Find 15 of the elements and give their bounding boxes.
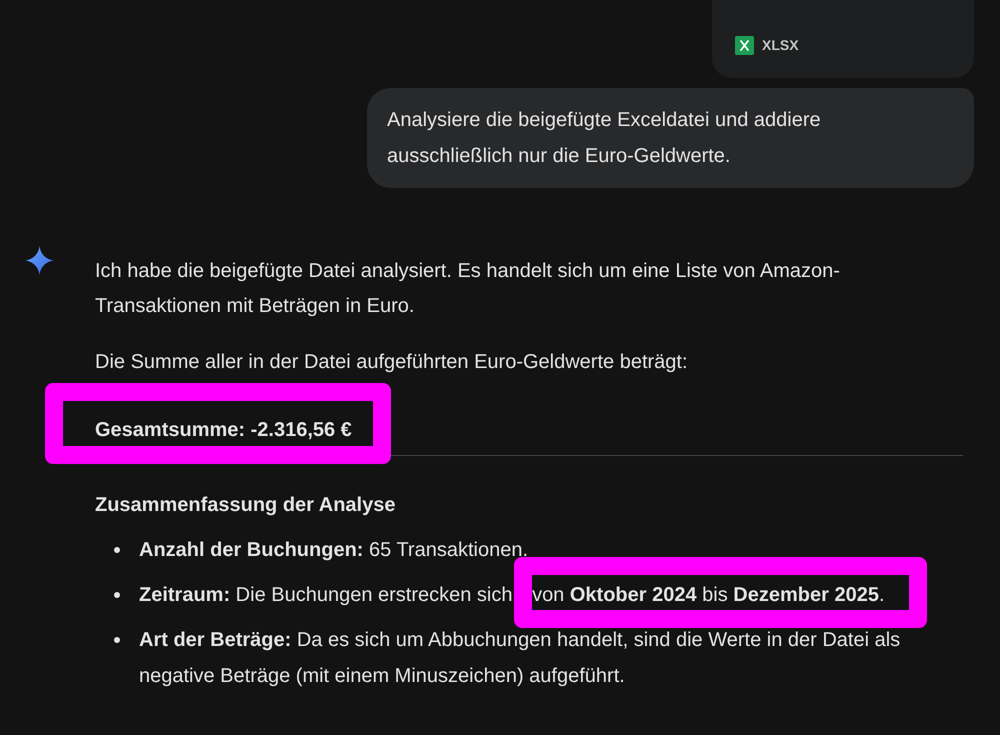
sparkle-icon (25, 246, 54, 275)
bullet-icon (114, 636, 120, 642)
total-sum-text: Gesamtsumme: -2.316,56 € (95, 418, 352, 443)
section-heading: Zusammenfassung der Analyse (95, 493, 396, 518)
file-type-label: XLSX (762, 36, 799, 55)
bullet-text: Zeitraum: Die Buchungen erstrecken sich von Oktober 2024 bis Dezember 2025. (139, 583, 885, 608)
bullet-text: Art der Beträge: Da es sich um Abbuchungen handelt, sind die Werte in der Datei als negative Beträge (mit einem Minuszeichen) aufgeführt. (139, 628, 902, 689)
bullet-icon (114, 592, 120, 598)
response-paragraph: Ich habe die beigefügte Datei analysiert. Es handelt sich um eine Liste von Amazon-Transaktionen mit Beträgen in Euro. (95, 259, 841, 319)
user-message-text: Analysiere die beigefügte Exceldatei und addiere ausschließlich nur die Euro-Geldwerte. (387, 108, 822, 169)
attachment-card[interactable]: XLSX (712, 0, 974, 78)
bullet-icon (114, 546, 120, 552)
spreadsheet-icon (735, 36, 754, 55)
response-paragraph: Die Summe aller in der Datei aufgeführten Euro-Geldwerte beträgt: (95, 350, 688, 375)
bullet-text: Anzahl der Buchungen: 65 Transaktionen. (139, 538, 528, 563)
